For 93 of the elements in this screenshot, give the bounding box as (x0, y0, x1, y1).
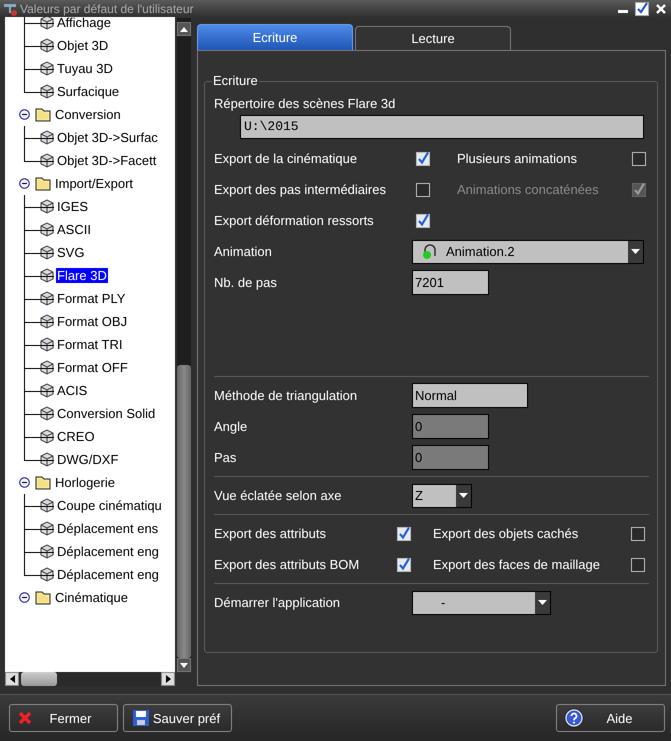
scroll-thumb[interactable] (21, 672, 57, 686)
folder-icon (34, 474, 52, 490)
field-label: Répertoire des scènes Flare 3d (214, 95, 396, 113)
tree-item[interactable]: Import/Export (55, 176, 134, 191)
collapse-icon[interactable] (19, 109, 30, 120)
scroll-thumb[interactable] (177, 365, 191, 658)
dropdown[interactable]: Z (412, 484, 472, 508)
tree-item[interactable]: Horlogerie (55, 475, 115, 490)
scroll-right-button[interactable] (161, 672, 175, 686)
input-field[interactable]: 7201 (412, 270, 489, 295)
option-label: Export des pas intermédiaires (214, 182, 387, 197)
tree-item[interactable]: ACIS (56, 383, 88, 398)
tree-item[interactable]: Coupe cinématiqu (56, 498, 163, 513)
tree-item[interactable]: IGES (56, 199, 90, 214)
tree-item[interactable]: Format PLY (56, 291, 126, 306)
folder-icon (34, 590, 52, 606)
checkbox[interactable] (416, 214, 430, 228)
tree-item[interactable]: Déplacement eng (56, 544, 160, 559)
tab[interactable]: Ecriture (197, 24, 353, 50)
field-label: Pas (214, 450, 238, 465)
tree-item[interactable]: Déplacement eng (56, 567, 160, 582)
left-arrow-icon (10, 675, 14, 683)
field-label: Nb. de pas (214, 275, 278, 290)
close-icon (18, 711, 32, 725)
caret-icon (631, 249, 640, 254)
folder-icon (34, 176, 52, 192)
option-label: Animations concaténées (457, 182, 600, 197)
tree-item[interactable]: Surfacique (56, 84, 120, 99)
option-label: Plusieurs animations (457, 151, 578, 166)
app-icon (2, 1, 18, 17)
checkbox[interactable] (397, 526, 411, 540)
tree-item[interactable]: Format TRI (56, 337, 124, 352)
tree-item[interactable]: Format OBJ (56, 314, 128, 329)
checkbox[interactable] (416, 152, 430, 166)
horizontal-scrollbar[interactable] (5, 672, 175, 686)
tree-item[interactable]: Flare 3D (56, 268, 108, 283)
tree-item[interactable]: Objet 3D (56, 38, 110, 53)
tree-item[interactable]: Affichage (56, 17, 112, 30)
dialog-button[interactable]: Sauver préf (123, 704, 232, 732)
tree-item[interactable]: DWG/DXF (56, 452, 120, 467)
tree-item[interactable]: Objet 3D->Surfac (56, 130, 159, 145)
down-arrow-icon (180, 662, 188, 668)
right-arrow-icon (166, 675, 170, 683)
tree-item[interactable]: Cinématique (55, 590, 128, 605)
window-title: Valeurs par défaut de l'utilisateur (20, 2, 195, 16)
input-field[interactable]: Normal (412, 383, 528, 408)
scroll-down-button[interactable] (177, 658, 191, 672)
collapse-icon[interactable] (19, 178, 30, 189)
checkbox-icon[interactable] (635, 2, 649, 16)
field-label: Démarrer l'application (214, 595, 342, 610)
field-label: Méthode de triangulation (214, 388, 358, 403)
vertical-scrollbar[interactable] (177, 18, 191, 672)
option-label: Export des attributs (214, 526, 327, 541)
close-icon[interactable] (655, 3, 667, 15)
option-label: Export des attributs BOM (214, 557, 360, 572)
tree-item[interactable]: Tuyau 3D (56, 61, 114, 76)
checkbox[interactable] (631, 526, 645, 540)
group-title: Ecriture (212, 73, 259, 88)
tree-item[interactable]: SVG (56, 245, 86, 260)
tree-item[interactable]: Conversion Solid (56, 406, 156, 421)
checkbox[interactable] (416, 182, 430, 196)
scroll-up-button[interactable] (177, 22, 191, 36)
tree-item[interactable]: CREO (56, 429, 96, 444)
dialog-button[interactable]: Fermer (9, 704, 118, 732)
collapse-icon[interactable] (19, 592, 30, 603)
tree-item[interactable]: Conversion (55, 107, 121, 122)
checkbox[interactable] (397, 558, 411, 572)
checkbox[interactable] (632, 152, 646, 166)
dropdown[interactable]: Animation.2 (412, 240, 644, 264)
option-label: Export des faces de maillage (433, 557, 601, 572)
dropdown[interactable]: - (412, 590, 551, 614)
collapse-icon[interactable] (19, 477, 30, 488)
tree-item[interactable]: Format OFF (56, 360, 129, 375)
animation-icon (421, 244, 439, 260)
caret-icon (459, 493, 468, 498)
path-field[interactable]: U:\2015 (240, 115, 644, 139)
scroll-left-button[interactable] (5, 672, 19, 686)
tree-item[interactable]: Déplacement ens (56, 521, 160, 536)
up-arrow-icon (180, 26, 188, 32)
field-label: Vue éclatée selon axe (214, 488, 342, 503)
folder-icon (34, 106, 52, 122)
option-label: Export des objets cachés (433, 526, 580, 541)
tree-item[interactable]: ASCII (56, 222, 92, 237)
caret-icon (538, 600, 547, 605)
field-label: Animation (214, 244, 273, 259)
dialog-button[interactable]: Aide (556, 704, 665, 732)
option-label: Export de la cinématique (214, 151, 358, 166)
option-label: Export déformation ressorts (214, 213, 375, 228)
field-label: Angle (214, 419, 248, 434)
checkbox[interactable] (631, 558, 645, 572)
help-icon (565, 709, 583, 727)
tree-item[interactable]: Objet 3D->Facett (56, 153, 158, 168)
tab[interactable]: Lecture (355, 26, 511, 50)
